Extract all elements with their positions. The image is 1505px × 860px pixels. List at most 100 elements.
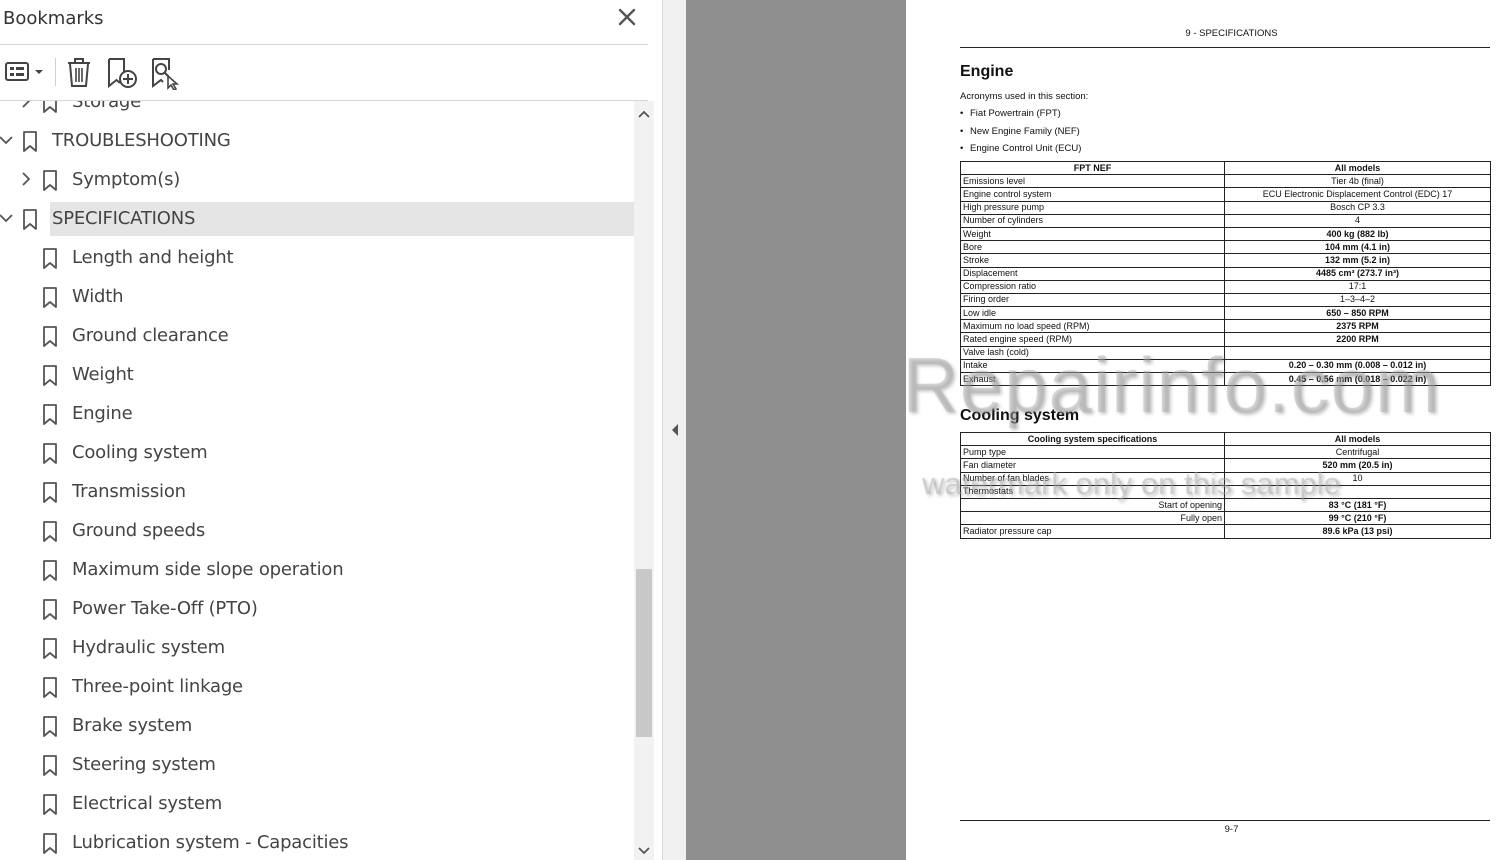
spec-value: 2375 RPM [1224,319,1491,334]
bookmark-item[interactable]: Length and height [0,241,634,275]
spec-value: 400 kg (882 lb) [1224,226,1491,242]
table-row: Low idle 650 – 850 RPM [960,306,1491,321]
spec-label: Emissions level [960,174,1225,189]
page-header: 9 - SPECIFICATIONS [1185,28,1278,39]
bookmark-item[interactable]: Electrical system [0,787,634,821]
chevron-right-icon[interactable] [18,101,34,109]
spec-value: 4485 cm³ (273.7 in³) [1224,266,1491,281]
spec-label: Low idle [960,306,1225,321]
bookmark-item[interactable]: Power Take-Off (PTO) [0,592,634,626]
bookmark-label: Symptom(s) [72,169,181,190]
scroll-up-icon[interactable] [636,107,652,123]
spec-label: Thermostats [960,484,1225,499]
bookmark-item[interactable]: Ground speeds [0,514,634,548]
spec-value: 4 [1224,213,1491,228]
list-options-icon[interactable] [2,54,46,90]
table-row: Displacement 4485 cm³ (273.7 in³) [960,266,1491,281]
bookmark-icon [42,755,58,777]
panel-splitter[interactable] [662,0,686,860]
scrollbar-thumb[interactable] [636,569,652,737]
spec-value: Centrifugal [1224,445,1491,460]
bookmark-label: Width [72,286,124,307]
cooling-spec-table: Cooling system specifications All models… [960,431,1491,539]
table-row: Number of cylinders 4 [960,213,1491,228]
spec-value: 17:1 [1224,279,1491,294]
bookmark-icon [42,716,58,738]
table-row: Valve lash (cold) [960,345,1491,360]
bookmark-icon [22,131,38,153]
spec-label: Engine control system [960,187,1225,202]
acronyms-intro: Acronyms used in this section: [960,91,1089,102]
close-icon[interactable] [614,4,640,30]
add-bookmark-icon[interactable] [104,54,138,90]
spec-value: ECU Electronic Displacement Control (EDC… [1224,187,1491,202]
bookmark-item[interactable]: Brake system [0,709,634,743]
spec-label: Exhaust [960,371,1225,387]
spec-value: 83 °C (181 °F) [1224,497,1491,513]
spec-label: Valve lash (cold) [960,345,1225,360]
spec-value: 99 °C (210 °F) [1224,511,1491,526]
engine-spec-table: FPT NEF All models Emissions level Tier 4… [960,160,1491,387]
bookmark-label: SPECIFICATIONS [52,208,196,229]
bookmark-label: Three-point linkage [72,676,243,697]
acronym-item: • Engine Control Unit (ECU) [960,143,1082,154]
find-current-bookmark-icon[interactable] [148,54,182,92]
bookmark-item[interactable]: Three-point linkage [0,670,634,704]
bookmark-item[interactable]: Lubrication system - Capacities [0,826,634,860]
bookmark-icon [42,170,58,192]
bookmark-item[interactable]: Hydraulic system [0,631,634,665]
bookmarks-toolbar [0,50,648,94]
bookmark-item[interactable]: Cooling system [0,436,634,470]
collapse-arrow-icon[interactable] [669,422,681,438]
bookmark-item[interactable]: TROUBLESHOOTING [0,124,634,158]
table-row: Engine control system ECU Electronic Disp… [960,187,1491,202]
bookmark-icon [42,101,58,114]
table-row: Exhaust 0.45 – 0.56 mm (0.018 – 0.022 in) [960,371,1491,387]
bookmark-label: Ground speeds [72,520,206,541]
engine-title: Engine [960,63,1014,80]
bookmark-item[interactable]: Ground clearance [0,319,634,353]
bookmark-label: Lubrication system - Capacities [72,832,349,853]
table-row: Maximum no load speed (RPM) 2375 RPM [960,319,1491,334]
table-row: Emissions level Tier 4b (final) [960,174,1491,189]
bookmark-icon [42,599,58,621]
bookmark-item[interactable]: Symptom(s) [0,163,634,197]
bookmark-label: Ground clearance [72,325,229,346]
table-row: Number of fan blades 10 [960,471,1491,486]
spec-label: High pressure pump [960,200,1225,215]
bookmark-item[interactable]: Storage [0,101,634,119]
bookmark-item[interactable]: Engine [0,397,634,431]
spec-label: Maximum no load speed (RPM) [960,319,1225,334]
table-row: Weight 400 kg (882 lb) [960,226,1491,242]
table-row: Stroke 132 mm (5.2 in) [960,253,1491,268]
scroll-down-icon[interactable] [636,842,652,858]
chevron-right-icon[interactable] [18,171,34,187]
bookmark-item[interactable]: Steering system [0,748,634,782]
bookmark-item[interactable]: Maximum side slope operation [0,553,634,587]
table-row: Pump type Centrifugal [960,445,1491,460]
table-row: Radiator pressure cap 89.6 kPa (13 psi) [960,524,1491,539]
chevron-down-icon[interactable] [0,132,14,148]
table-row: Compression ratio 17:1 [960,279,1491,294]
bookmark-icon [42,443,58,465]
table-header: FPT NEF [960,160,1225,176]
bookmark-item[interactable]: Width [0,280,634,314]
table-row: Fan diameter 520 mm (20.5 in) [960,458,1491,473]
document-background [686,0,906,860]
bookmark-item[interactable]: Transmission [0,475,634,509]
chevron-down-icon[interactable] [0,210,14,226]
spec-value: 2200 RPM [1224,332,1491,347]
bookmark-label: Electrical system [72,793,223,814]
bookmark-item[interactable]: SPECIFICATIONS [0,202,634,236]
bookmark-icon [42,365,58,387]
bookmark-tree: Storage TROUBLESHOOTING Symptom(s) SPECIFIC… [0,101,634,860]
spec-label: Displacement [960,266,1225,281]
spec-label: Radiator pressure cap [960,524,1225,539]
bookmark-item[interactable]: Weight [0,358,634,392]
table-row: Firing order 1–3–4–2 [960,292,1491,308]
bookmark-label: Engine [72,403,133,424]
trash-icon[interactable] [64,54,94,90]
vertical-scrollbar[interactable] [634,101,654,860]
spec-label: Intake [960,358,1225,374]
page-number: 9-7 [1224,824,1239,835]
